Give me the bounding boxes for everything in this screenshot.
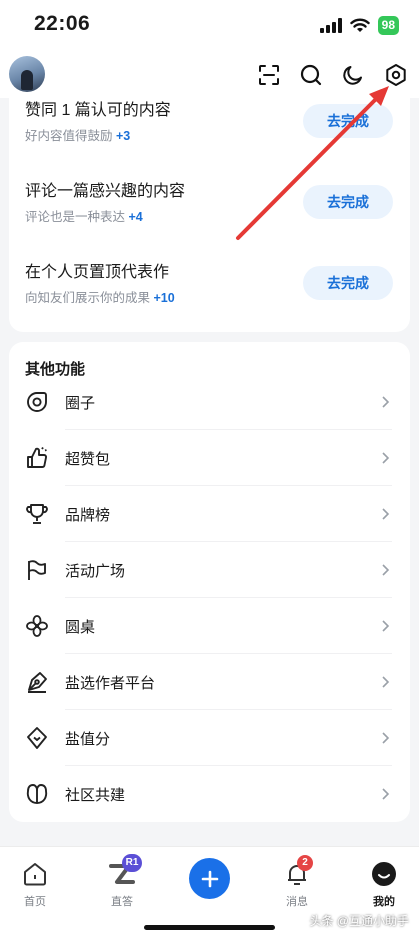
watermark: 头条 @互通小助手	[309, 914, 409, 928]
profile-icon	[369, 859, 399, 889]
task-row: 在个人页置顶代表作 向知友们展示你的成果 +10 去完成	[25, 262, 405, 312]
feature-label: 盐选作者平台	[65, 674, 156, 692]
task-points: +3	[116, 129, 131, 143]
chevron-right-icon	[382, 564, 390, 576]
messages-badge: 2	[297, 855, 313, 871]
diamond-icon	[24, 725, 50, 751]
zhida-icon: R1	[107, 854, 142, 889]
chevron-right-icon	[382, 452, 390, 464]
dark-mode-icon[interactable]	[340, 62, 366, 88]
task-points: +4	[128, 210, 143, 224]
thumbs-up-icon	[24, 445, 50, 471]
leaf-icon	[24, 781, 50, 807]
scan-icon[interactable]	[256, 62, 282, 88]
status-bar: 22:06 98	[0, 0, 419, 52]
plus-icon	[201, 870, 218, 887]
task-complete-button[interactable]: 去完成	[303, 185, 393, 219]
feature-item-brand-ranking[interactable]: 品牌榜	[9, 486, 410, 542]
feature-item-community-building[interactable]: 社区共建	[9, 766, 410, 822]
nav-label: 消息	[286, 896, 308, 908]
pen-nib-icon	[24, 669, 50, 695]
bell-icon: 2	[282, 855, 313, 889]
chevron-right-icon	[382, 732, 390, 744]
nav-label: 首页	[24, 896, 46, 908]
chevron-right-icon	[382, 676, 390, 688]
task-subtitle-text: 评论也是一种表达	[25, 210, 126, 224]
feature-item-super-like[interactable]: 超赞包	[9, 430, 410, 486]
feature-item-author-platform[interactable]: 盐选作者平台	[9, 654, 410, 710]
feature-label: 超赞包	[65, 450, 111, 468]
feature-label: 活动广场	[65, 562, 126, 580]
task-complete-button[interactable]: 去完成	[303, 266, 393, 300]
chevron-right-icon	[382, 620, 390, 632]
tasks-card: 赞同 1 篇认可的内容 好内容值得鼓励 +3 去完成 评论一篇感兴趣的内容 评论…	[9, 98, 410, 332]
nav-label: 直答	[111, 896, 133, 908]
task-row: 评论一篇感兴趣的内容 评论也是一种表达 +4 去完成	[25, 181, 405, 231]
avatar[interactable]	[9, 56, 45, 92]
nav-zhida[interactable]: R1 直答	[92, 854, 152, 909]
task-points: +10	[153, 291, 175, 305]
create-post-button[interactable]	[189, 858, 230, 899]
circle-group-icon	[24, 389, 50, 415]
top-header	[0, 52, 419, 98]
trophy-icon	[24, 501, 50, 527]
nav-messages[interactable]: 2 消息	[267, 855, 327, 909]
settings-icon[interactable]	[383, 62, 409, 88]
flag-icon	[24, 557, 50, 583]
nav-label: 我的	[373, 896, 395, 908]
nav-home[interactable]: 首页	[5, 859, 65, 909]
feature-label: 社区共建	[65, 786, 126, 804]
chevron-right-icon	[382, 788, 390, 800]
search-icon[interactable]	[298, 62, 324, 88]
feature-item-activity-square[interactable]: 活动广场	[9, 542, 410, 598]
feature-item-circles[interactable]: 圈子	[9, 374, 410, 430]
feature-label: 圆桌	[65, 618, 96, 636]
chevron-right-icon	[382, 396, 390, 408]
task-subtitle-text: 向知友们展示你的成果	[25, 291, 151, 305]
flower-icon	[24, 613, 50, 639]
home-icon	[20, 859, 50, 889]
status-time: 22:06	[34, 12, 91, 35]
nav-me[interactable]: 我的	[354, 859, 414, 909]
feature-label: 盐值分	[65, 730, 111, 748]
task-subtitle-text: 好内容值得鼓励	[25, 129, 113, 143]
chevron-right-icon	[382, 508, 390, 520]
wifi-icon	[349, 18, 370, 32]
task-row: 赞同 1 篇认可的内容 好内容值得鼓励 +3 去完成	[25, 100, 405, 150]
task-complete-button[interactable]: 去完成	[303, 104, 393, 138]
feature-label: 品牌榜	[65, 506, 111, 524]
cellular-signal-icon	[319, 18, 342, 33]
status-icons: 98	[319, 16, 399, 35]
battery-indicator: 98	[377, 16, 399, 35]
feature-item-salt-score[interactable]: 盐值分	[9, 710, 410, 766]
home-indicator	[144, 925, 275, 930]
feature-label: 圈子	[65, 394, 96, 412]
feature-item-roundtable[interactable]: 圆桌	[9, 598, 410, 654]
zhida-badge: R1	[122, 854, 142, 872]
other-features-card: 其他功能 圈子 超赞包 品牌榜 活动广场 圆桌 盐选作者平台 盐值分 社区共建	[9, 342, 410, 822]
